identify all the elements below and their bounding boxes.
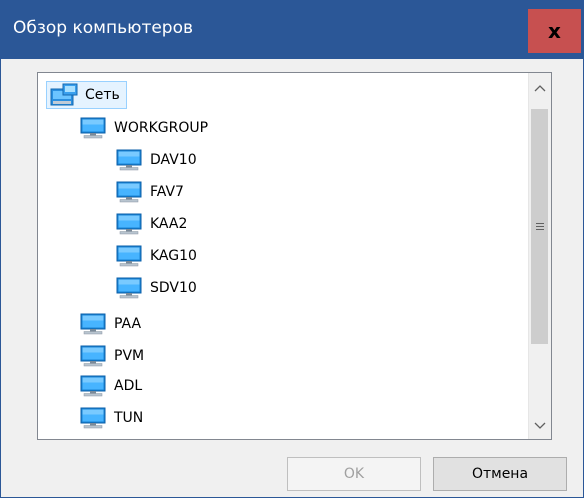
tree-item-label: KAG10 xyxy=(150,248,197,264)
scroll-thumb[interactable] xyxy=(531,109,548,344)
tree-item-label: WORKGROUP xyxy=(114,120,209,136)
tree-item-label: Сеть xyxy=(85,87,120,103)
computer-icon xyxy=(116,213,142,235)
tree-item-kaa2[interactable]: KAA2 xyxy=(116,209,187,239)
ok-button[interactable]: OK xyxy=(287,457,421,491)
tree-item-adl[interactable]: ADL xyxy=(80,371,142,401)
tree-item-paa[interactable]: PAA xyxy=(80,309,141,339)
tree-item-label: KAA2 xyxy=(150,216,188,232)
grip-icon xyxy=(535,223,544,230)
computer-icon xyxy=(80,407,106,429)
computer-icon xyxy=(80,345,106,367)
tree-item-pvm[interactable]: PVM xyxy=(80,341,144,371)
title-bar[interactable]: Обзор компьютеров x xyxy=(1,1,583,59)
tree-item-dav10[interactable]: DAV10 xyxy=(116,145,197,175)
computer-icon xyxy=(116,245,142,267)
scroll-up-arrow[interactable] xyxy=(529,77,551,99)
computer-icon xyxy=(80,375,106,397)
tree-item-label: PAA xyxy=(114,316,142,332)
tree-item-network[interactable]: Сеть xyxy=(46,81,127,109)
close-button[interactable]: x xyxy=(528,9,581,53)
tree-item-kag10[interactable]: KAG10 xyxy=(116,241,197,271)
tree-item-tun[interactable]: TUN xyxy=(80,403,143,433)
tree-item-label: DAV10 xyxy=(150,152,197,168)
dialog-title: Обзор компьютеров xyxy=(13,18,194,38)
chevron-down-icon xyxy=(534,422,546,429)
close-icon: x xyxy=(548,19,561,43)
tree-item-workgroup[interactable]: WORKGROUP xyxy=(80,113,208,143)
computer-tree[interactable]: Сеть WORKGROUP DAV10 FAV7 KAA2 KAG10 SDV… xyxy=(37,72,552,440)
tree-item-label: FAV7 xyxy=(150,184,184,200)
computer-icon xyxy=(116,277,142,299)
cancel-button[interactable]: Отмена xyxy=(433,457,567,491)
tree-item-label: PVM xyxy=(114,348,145,364)
tree-item-sdv10[interactable]: SDV10 xyxy=(116,273,197,303)
computer-icon xyxy=(116,149,142,171)
tree-item-label: ADL xyxy=(114,378,143,394)
network-icon xyxy=(50,83,78,106)
chevron-up-icon xyxy=(534,85,546,92)
computer-icon xyxy=(116,181,142,203)
scroll-down-arrow[interactable] xyxy=(529,415,551,437)
browse-computers-dialog: Обзор компьютеров x Сеть WORKGROUP DAV10 xyxy=(0,0,584,498)
tree-item-label: TUN xyxy=(114,410,144,426)
vertical-scrollbar[interactable] xyxy=(528,73,551,439)
tree-item-fav7[interactable]: FAV7 xyxy=(116,177,184,207)
computer-icon xyxy=(80,117,106,139)
computer-icon xyxy=(80,313,106,335)
tree-item-label: SDV10 xyxy=(150,280,197,296)
